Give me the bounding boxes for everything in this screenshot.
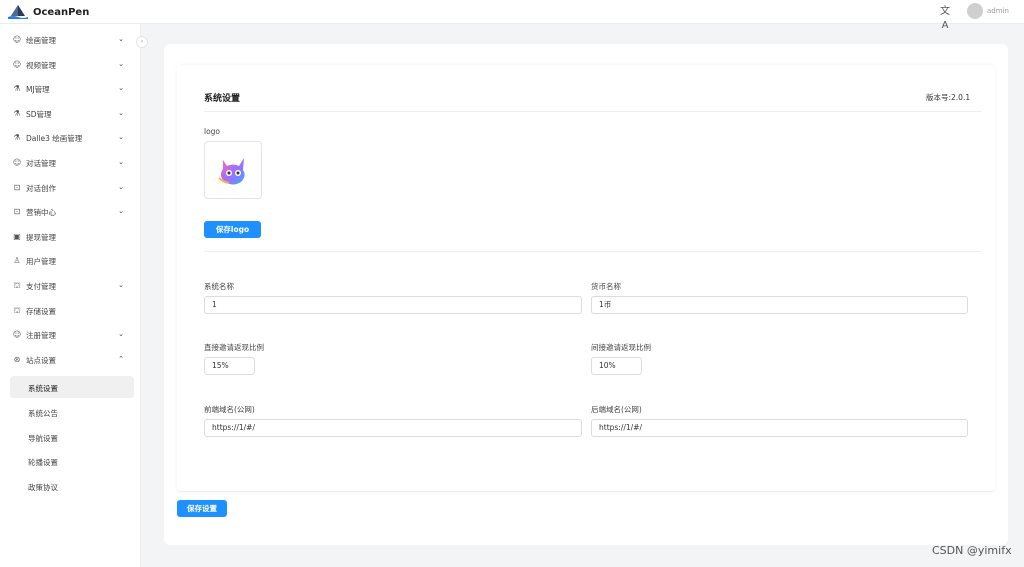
chevron-down-icon[interactable]: ⌄: [116, 132, 126, 142]
sidebar-subitem[interactable]: 导航设置: [10, 426, 134, 448]
system-name-input[interactable]: 1: [204, 296, 582, 314]
direct-invite-input[interactable]: 15%: [204, 357, 255, 375]
grid-icon: ⊡: [13, 182, 21, 192]
cat-logo-icon: [218, 158, 245, 185]
sidebar-item-label: 支付管理: [26, 282, 56, 291]
chat-icon: ☺: [12, 35, 22, 44]
sidebar-item[interactable]: ⛫ 支付管理 ⌄: [0, 274, 141, 298]
sidebar-item[interactable]: ⊡ 对话创作 ⌄: [0, 176, 141, 200]
version-label: 版本号:2.0.1: [926, 93, 971, 102]
save-settings-button[interactable]: 保存设置: [177, 500, 227, 517]
sidebar-subitem-label: 轮播设置: [28, 458, 58, 468]
indirect-invite-label: 间接邀请返现比例: [591, 343, 651, 352]
sidebar-subitem-label: 系统公告: [28, 408, 58, 418]
sidebar-item-label: Dalle3 绘画管理: [26, 134, 83, 144]
sidebar-item-label: 注册管理: [26, 331, 56, 341]
sidebar-subitem[interactable]: 轮播设置: [10, 450, 134, 472]
sidebar-item[interactable]: ☺ 注册管理 ⌄: [0, 323, 141, 347]
sidebar-item[interactable]: ☺ 绘画管理 ⌄: [0, 28, 141, 52]
sidebar-subitem[interactable]: 政策协议: [10, 475, 134, 497]
logo-upload[interactable]: [204, 141, 262, 199]
sidebar-subitem-label: 政策协议: [28, 483, 58, 493]
sidebar-subitem-label: 导航设置: [28, 433, 58, 443]
chat-icon: ☺: [12, 330, 22, 340]
grid-icon: ⊡: [13, 207, 21, 217]
chevron-down-icon[interactable]: ⌄: [116, 206, 126, 216]
sidebar-item-label: MJ管理: [26, 85, 50, 95]
direct-invite-label: 直接邀请返现比例: [204, 343, 264, 352]
sidebar-item-label: 对话管理: [26, 159, 56, 168]
frontend-domain-label: 前端域名(公网): [204, 405, 255, 414]
sidebar-item[interactable]: ☺ 视频管理 ⌄: [0, 53, 141, 77]
backend-domain-label: 后端域名(公网): [591, 405, 642, 414]
sidebar-subitem[interactable]: 系统公告: [10, 401, 134, 423]
translate-icon[interactable]: 文A: [938, 5, 952, 31]
sidebar-item[interactable]: ⊛ 站点设置 ⌃: [0, 348, 141, 372]
chevron-down-icon[interactable]: ⌄: [116, 157, 126, 167]
system-name-label: 系统名称: [204, 282, 234, 291]
flask-icon: ⚗: [13, 84, 21, 94]
chat-icon: ☺: [12, 59, 22, 69]
flask-icon: ⚗: [13, 133, 21, 143]
watermark: CSDN @yimifx: [932, 544, 1012, 557]
site-icon: ⊛: [13, 354, 21, 364]
currency-name-label: 货币名称: [591, 282, 621, 291]
chevron-down-icon[interactable]: ⌄: [116, 83, 126, 93]
wallet-icon: ▣: [13, 231, 21, 241]
sidebar-item-label: 用户管理: [26, 257, 56, 267]
collapse-sidebar-icon[interactable]: ‹: [136, 36, 148, 48]
sidebar-item-label: SD管理: [26, 109, 52, 119]
chevron-down-icon[interactable]: ⌄: [116, 59, 126, 69]
sidebar-item-label: 对话创作: [26, 183, 56, 193]
chevron-down-icon[interactable]: ⌄: [116, 329, 126, 339]
bag-icon: ⛫: [13, 305, 21, 315]
chevron-up-icon[interactable]: ⌃: [116, 354, 126, 364]
flask-icon: ⚗: [13, 108, 21, 118]
sidebar-item-label: 视频管理: [26, 60, 56, 70]
sidebar: ☺ 绘画管理 ⌄ ☺ 视频管理 ⌄ ⚗ MJ管理 ⌄ ⚗ SD管理 ⌄ ⚗ Dalle3 绘画管理 ⌄ ☺ 对话…: [0, 24, 141, 567]
user-icon: ♙: [13, 256, 21, 266]
chevron-down-icon[interactable]: ⌄: [116, 34, 126, 44]
avatar[interactable]: [967, 3, 983, 19]
chat-icon: ☺: [12, 158, 22, 167]
divider: [204, 251, 982, 252]
sidebar-item-label: 绘画管理: [26, 36, 56, 45]
logo-label: logo: [204, 127, 221, 136]
page-title: 系统设置: [204, 94, 241, 104]
sidebar-item[interactable]: ⚗ MJ管理 ⌄: [0, 77, 141, 101]
divider: [204, 111, 982, 112]
save-logo-button[interactable]: 保存logo: [204, 221, 261, 238]
sidebar-item-label: 存储设置: [26, 306, 56, 316]
app-name: OceanPen: [33, 6, 90, 18]
chevron-down-icon[interactable]: ⌄: [116, 108, 126, 118]
sidebar-item-label: 提现管理: [26, 232, 56, 242]
sailboat-logo-icon: [8, 5, 28, 19]
sidebar-item[interactable]: ⊡ 营销中心 ⌄: [0, 200, 141, 224]
sidebar-item-label: 营销中心: [26, 208, 56, 218]
backend-domain-input[interactable]: https://1/#/: [591, 419, 968, 437]
username[interactable]: admin: [987, 7, 1009, 15]
top-bar: OceanPen 文A admin: [0, 0, 1024, 31]
indirect-invite-input[interactable]: 10%: [591, 357, 642, 375]
frontend-domain-input[interactable]: https://1/#/: [204, 419, 582, 437]
chevron-down-icon[interactable]: ⌄: [116, 182, 126, 192]
sidebar-item[interactable]: ▣ 提现管理: [0, 225, 141, 249]
sidebar-subitem[interactable]: 系统设置: [10, 376, 134, 398]
sidebar-item[interactable]: ♙ 用户管理: [0, 249, 141, 273]
sidebar-item[interactable]: ⛫ 存储设置: [0, 299, 141, 323]
sidebar-item[interactable]: ⚗ SD管理 ⌄: [0, 102, 141, 126]
chevron-down-icon[interactable]: ⌄: [116, 280, 126, 290]
app-logo[interactable]: OceanPen: [8, 4, 89, 20]
sidebar-item[interactable]: ☺ 对话管理 ⌄: [0, 151, 141, 175]
sidebar-subitem-label: 系统设置: [28, 384, 58, 393]
currency-name-input[interactable]: 1币: [591, 296, 968, 314]
sidebar-item[interactable]: ⚗ Dalle3 绘画管理 ⌄: [0, 126, 141, 150]
bag-icon: ⛫: [13, 281, 21, 290]
sidebar-item-label: 站点设置: [26, 355, 56, 365]
